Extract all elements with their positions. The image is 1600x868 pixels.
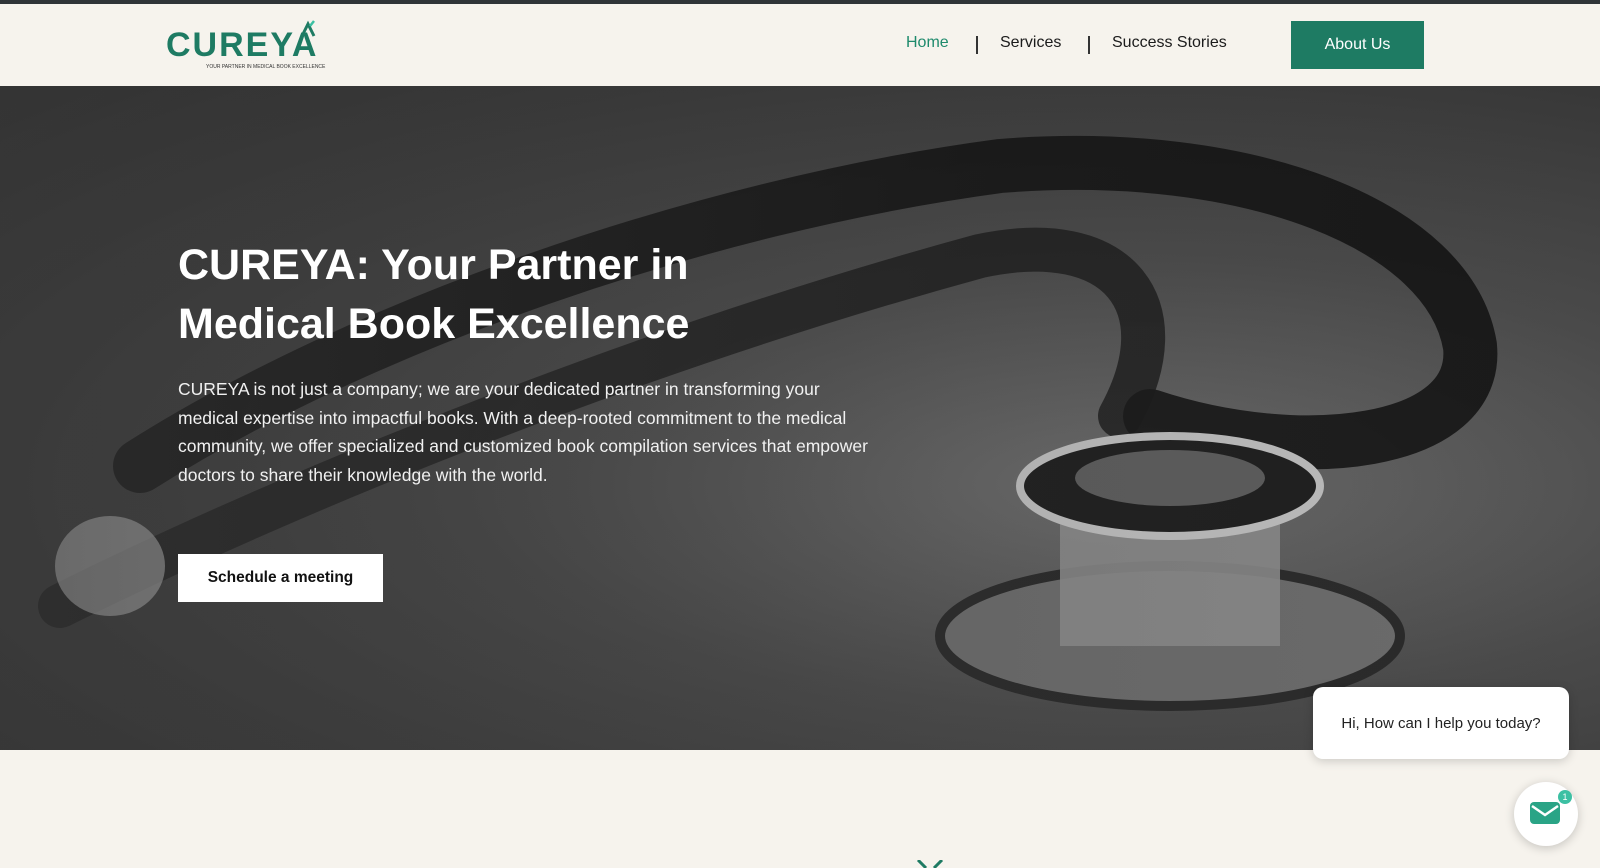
- chat-notification-badge: 1: [1558, 790, 1572, 804]
- brand-logo[interactable]: CUREYA YOUR PARTNER IN MEDICAL BOOK EXCE…: [166, 20, 326, 74]
- hero-section: CUREYA: Your Partner in Medical Book Exc…: [0, 86, 1600, 750]
- logo-tagline: YOUR PARTNER IN MEDICAL BOOK EXCELLENCE: [206, 64, 326, 70]
- logo-text: CUREYA: [166, 26, 319, 64]
- message-icon: [1530, 802, 1560, 824]
- leaf-icon: [300, 20, 316, 37]
- leaf-icon: [916, 860, 944, 868]
- about-us-button[interactable]: About Us: [1291, 21, 1424, 69]
- nav-home[interactable]: Home: [906, 34, 949, 52]
- hero-title: CUREYA: Your Partner in Medical Book Exc…: [178, 241, 690, 348]
- hero-description: CUREYA is not just a company; we are you…: [178, 379, 868, 485]
- chat-launcher-button[interactable]: 1: [1514, 782, 1578, 846]
- schedule-meeting-button[interactable]: Schedule a meeting: [178, 554, 383, 602]
- nav-success-stories[interactable]: Success Stories: [1112, 34, 1227, 52]
- nav-separator: [1088, 36, 1090, 54]
- nav-services[interactable]: Services: [1000, 34, 1061, 52]
- chat-greeting-bubble[interactable]: Hi, How can I help you today?: [1313, 687, 1569, 759]
- site-header: CUREYA YOUR PARTNER IN MEDICAL BOOK EXCE…: [0, 4, 1600, 86]
- chat-greeting-text: Hi, How can I help you today?: [1341, 714, 1541, 732]
- nav-separator: [976, 36, 978, 54]
